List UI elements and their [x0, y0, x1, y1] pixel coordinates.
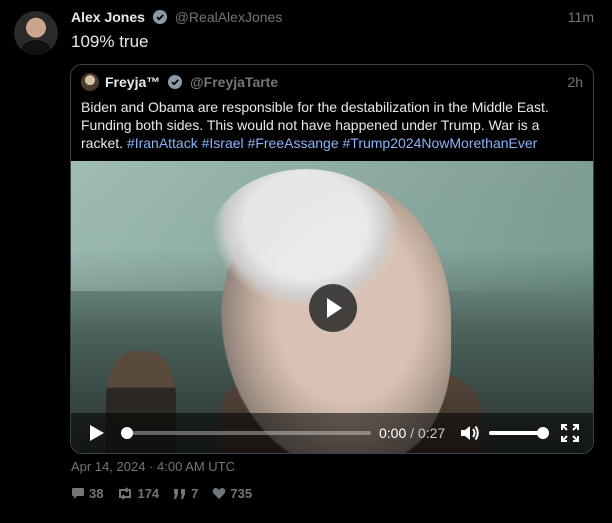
- quote-header: Freyja™ @FreyjaTarte 2h: [81, 72, 583, 94]
- video-controls: 0:00 / 0:27: [71, 413, 593, 453]
- play-icon: [90, 425, 104, 441]
- tweet-date[interactable]: Apr 14, 2024 · 4:00 AM UTC: [71, 459, 235, 474]
- verified-badge-icon: [152, 10, 167, 27]
- tweet-text: 109% true: [71, 32, 149, 51]
- quote-time[interactable]: 2h: [567, 74, 583, 90]
- fullscreen-icon[interactable]: [561, 424, 579, 447]
- hashtag-link[interactable]: #Trump2024NowMorethanEver: [343, 135, 538, 151]
- seek-bar[interactable]: [121, 427, 371, 439]
- quote-icon: [174, 488, 186, 499]
- duration: 0:27: [417, 425, 446, 441]
- reply-icon: [72, 488, 84, 499]
- quoted-tweet[interactable]: Freyja™ @FreyjaTarte 2h Biden and Obama …: [70, 64, 594, 454]
- author-handle[interactable]: @RealAlexJones: [175, 9, 283, 25]
- like-button[interactable]: 735: [212, 486, 252, 501]
- quote-count: 7: [191, 486, 199, 501]
- quote-author-avatar[interactable]: [81, 73, 99, 91]
- like-count: 735: [230, 486, 253, 501]
- hashtag-link[interactable]: #Israel: [202, 135, 244, 151]
- time-display: 0:00 / 0:27: [379, 425, 446, 441]
- reply-button[interactable]: 38: [71, 486, 103, 501]
- play-icon: [327, 298, 342, 318]
- volume-icon[interactable]: [460, 424, 480, 447]
- author-name[interactable]: Alex Jones: [71, 9, 145, 25]
- reply-count: 38: [89, 486, 104, 501]
- heart-icon: [213, 488, 226, 499]
- author-avatar[interactable]: [14, 11, 58, 55]
- tweet-time[interactable]: 11m: [568, 9, 594, 25]
- volume-slider[interactable]: [489, 427, 549, 439]
- tweet-stats: 38 174 7 735: [71, 486, 252, 501]
- retweet-count: 174: [137, 486, 160, 501]
- quote-author-handle[interactable]: @FreyjaTarte: [190, 74, 278, 90]
- video-player[interactable]: 0:00 / 0:27: [71, 161, 593, 453]
- quote-author-name[interactable]: Freyja™: [105, 74, 160, 90]
- play-pause-button[interactable]: [89, 424, 105, 447]
- hashtag-link[interactable]: #FreeAssange: [248, 135, 339, 151]
- tweet-header: Alex Jones @RealAlexJones 11m: [71, 9, 594, 27]
- video-frame-hair: [211, 169, 401, 309]
- quote-text: Biden and Obama are responsible for the …: [81, 98, 579, 152]
- quote-button[interactable]: 7: [173, 486, 198, 501]
- retweet-button[interactable]: 174: [117, 486, 159, 501]
- big-play-button[interactable]: [309, 284, 357, 332]
- volume-handle[interactable]: [537, 427, 549, 439]
- hashtag-link[interactable]: #IranAttack: [127, 135, 198, 151]
- seek-handle[interactable]: [121, 427, 133, 439]
- verified-badge-icon: [168, 75, 183, 92]
- current-time: 0:00: [379, 425, 407, 441]
- retweet-icon: [119, 487, 132, 500]
